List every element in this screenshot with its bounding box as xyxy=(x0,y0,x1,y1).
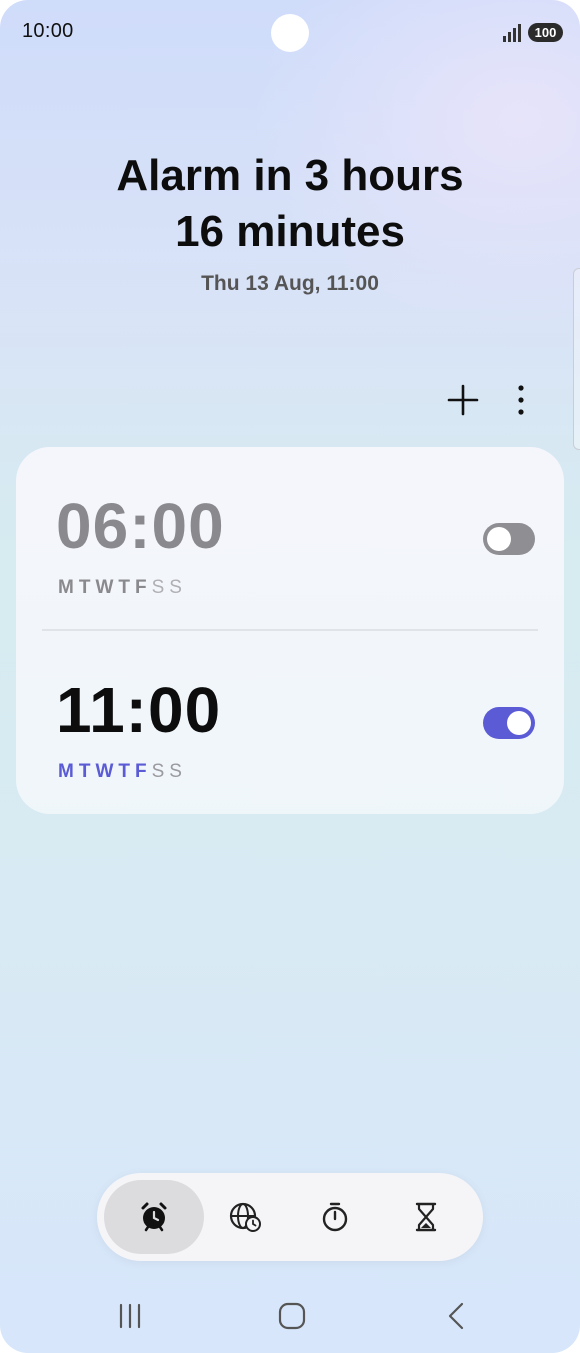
back-chevron-icon xyxy=(448,1302,464,1330)
next-alarm-title: Alarm in 3 hours 16 minutes xyxy=(0,148,580,260)
stopwatch-icon xyxy=(322,1202,348,1232)
title-line-1: Alarm in 3 hours xyxy=(116,151,464,200)
day-label: F xyxy=(134,577,150,598)
signal-icon xyxy=(503,24,521,42)
status-time: 10:00 xyxy=(22,20,74,42)
day-label: S xyxy=(151,577,168,598)
toggle-knob xyxy=(507,711,531,735)
home-button[interactable] xyxy=(274,1298,310,1334)
add-alarm-button[interactable] xyxy=(446,383,480,417)
recent-apps-icon xyxy=(119,1303,141,1329)
day-label: W xyxy=(95,577,117,598)
day-label: T xyxy=(118,761,133,782)
title-line-2: 16 minutes xyxy=(175,207,405,256)
alarm-time: 11:00 xyxy=(56,674,222,746)
toggle-knob xyxy=(487,527,511,551)
front-camera xyxy=(271,14,309,52)
alarm-repeat-days: MTWTFSS xyxy=(58,761,187,783)
home-icon xyxy=(278,1302,306,1330)
next-alarm-date: Thu 13 Aug, 11:00 xyxy=(201,272,379,295)
day-label: M xyxy=(58,761,77,782)
bottom-tab-bar xyxy=(97,1173,483,1261)
day-label: T xyxy=(78,577,94,598)
day-label: W xyxy=(95,761,117,782)
tab-alarm[interactable] xyxy=(104,1180,204,1254)
day-label: S xyxy=(169,761,185,782)
tab-stopwatch[interactable] xyxy=(285,1180,385,1254)
alarm-toggle-on[interactable] xyxy=(483,707,535,739)
alarm-item[interactable]: 06:00 MTWTFSS xyxy=(16,447,564,630)
day-label: F xyxy=(134,761,150,782)
alarm-screen: 10:00 100 Alarm in 3 hours 16 minutes Th… xyxy=(0,0,580,1353)
battery-indicator: 100 xyxy=(528,23,563,42)
alarm-clock-icon xyxy=(141,1202,167,1232)
recent-apps-button[interactable] xyxy=(112,1298,148,1334)
more-options-icon[interactable] xyxy=(508,383,534,417)
day-label: M xyxy=(58,577,77,598)
day-label: S xyxy=(169,577,185,598)
timer-hourglass-icon xyxy=(415,1202,437,1232)
alarm-time: 06:00 xyxy=(56,490,225,562)
world-clock-icon xyxy=(229,1202,261,1232)
day-label: T xyxy=(78,761,94,782)
tab-timer[interactable] xyxy=(376,1180,476,1254)
day-label: S xyxy=(151,761,168,782)
edge-panel-handle[interactable] xyxy=(573,268,580,450)
alarm-toggle-off[interactable] xyxy=(483,523,535,555)
tab-world-clock[interactable] xyxy=(195,1180,295,1254)
alarm-item[interactable]: 11:00 MTWTFSS xyxy=(16,631,564,814)
day-label: T xyxy=(118,577,133,598)
alarm-list-card: 06:00 MTWTFSS 11:00 MTWTFSS xyxy=(16,447,564,814)
back-button[interactable] xyxy=(438,1298,474,1334)
alarm-repeat-days: MTWTFSS xyxy=(58,577,187,599)
